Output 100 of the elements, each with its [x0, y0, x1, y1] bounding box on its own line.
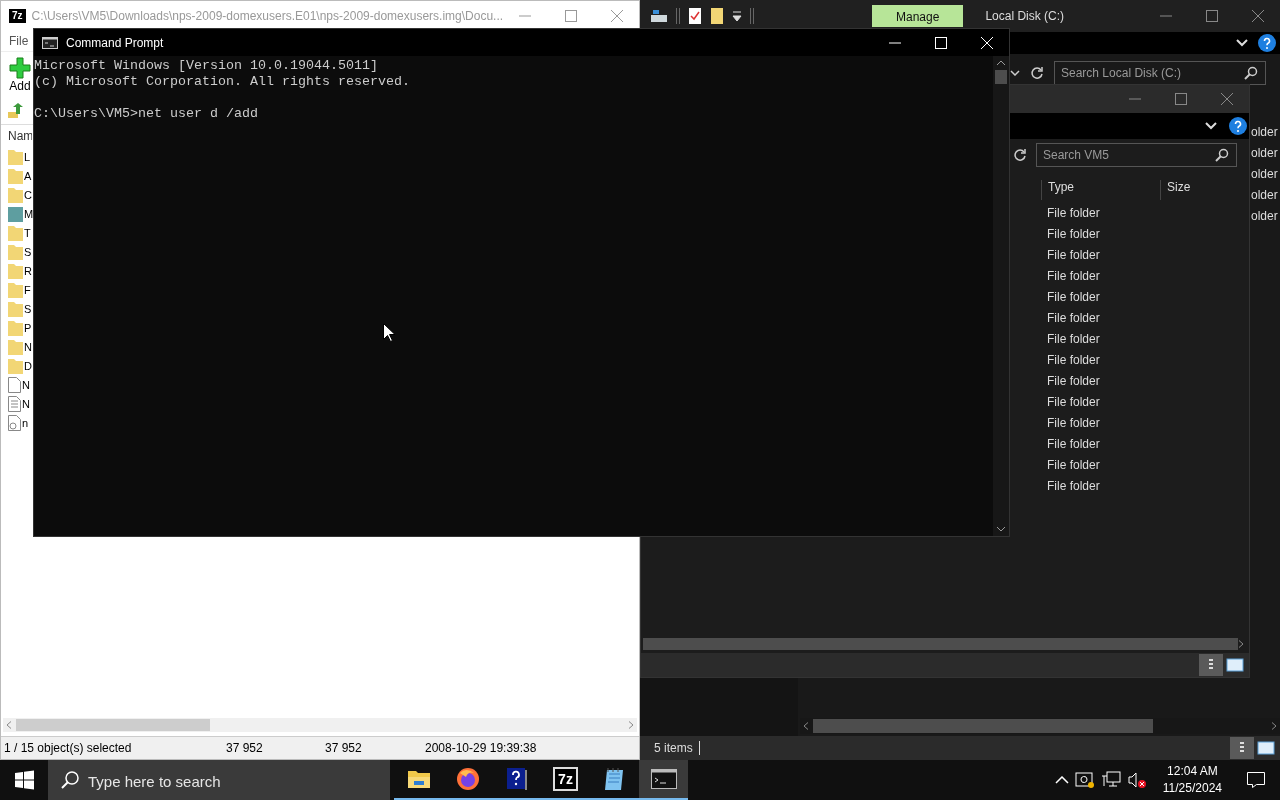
- chevron-down-icon[interactable]: [1236, 39, 1248, 47]
- scroll-up-icon[interactable]: [996, 60, 1006, 66]
- menu-item[interactable]: File: [9, 34, 29, 48]
- list-item[interactable]: C: [24, 188, 32, 201]
- item-type: older: [1251, 187, 1279, 204]
- console-icon: [650, 769, 677, 789]
- large-icons-view-icon[interactable]: [1225, 657, 1245, 673]
- mouse-pointer-icon: [383, 323, 395, 342]
- chevron-up-icon[interactable]: [1054, 776, 1069, 784]
- up-folder-icon[interactable]: [7, 103, 23, 119]
- refresh-icon[interactable]: [1030, 66, 1044, 80]
- search-icon[interactable]: [1215, 148, 1229, 162]
- search-field[interactable]: Search VM5: [1036, 143, 1237, 167]
- list-item[interactable]: D: [24, 359, 32, 372]
- scrollbar-thumb[interactable]: [813, 719, 1153, 733]
- details-view-icon[interactable]: [1199, 654, 1223, 676]
- help-icon[interactable]: [1258, 34, 1276, 52]
- scrollbar-thumb[interactable]: [643, 638, 1238, 650]
- list-item[interactable]: P: [24, 321, 32, 334]
- list-item[interactable]: N: [22, 397, 30, 410]
- item-count: 5 items: [654, 741, 700, 755]
- console-line: (c) Microsoft Corporation. All rights reserved.: [34, 74, 410, 89]
- scrollbar-thumb[interactable]: [995, 70, 1007, 84]
- search-field[interactable]: Search Local Disk (C:): [1054, 61, 1266, 85]
- notepad-icon: [603, 767, 626, 791]
- list-item[interactable]: T: [24, 226, 31, 239]
- sync-icon[interactable]: [1074, 771, 1095, 789]
- list-item[interactable]: F: [24, 283, 31, 296]
- list-item[interactable]: N: [22, 378, 30, 391]
- search-icon: [60, 770, 80, 790]
- app-logo: 7z: [553, 767, 578, 791]
- command-line: C:\Users\VM5>net user d /add: [34, 106, 258, 121]
- ribbon-tab[interactable]: Manage: [872, 5, 964, 27]
- scroll-right-icon[interactable]: [1238, 640, 1244, 648]
- scroll-left-icon[interactable]: [803, 722, 809, 730]
- status-text: 37 952: [226, 741, 263, 755]
- list-item[interactable]: R: [24, 264, 32, 277]
- refresh-icon[interactable]: [1013, 148, 1027, 162]
- browser-icon: [455, 767, 480, 791]
- properties-icon[interactable]: [688, 7, 702, 25]
- new-folder-icon[interactable]: [710, 7, 724, 25]
- list-item[interactable]: L: [24, 150, 31, 163]
- list-item[interactable]: A: [24, 169, 32, 182]
- column-header[interactable]: Type: [1041, 180, 1074, 200]
- status-text: 1 / 15 object(s) selected: [4, 741, 132, 755]
- item-type: older: [1251, 208, 1279, 225]
- table-cell-text: File folder: [1047, 415, 1100, 432]
- details-view-icon[interactable]: [1230, 737, 1254, 759]
- scroll-right-icon[interactable]: [1271, 722, 1277, 730]
- table-cell-text: File folder: [1047, 478, 1100, 495]
- item-type: older: [1251, 166, 1279, 183]
- taskbar-button[interactable]: [639, 760, 688, 800]
- file-icon: [8, 376, 21, 393]
- scroll-left-icon[interactable]: [6, 721, 12, 729]
- search-icon[interactable]: [1244, 66, 1258, 80]
- list-item[interactable]: S: [24, 302, 32, 315]
- table-cell-text: File folder: [1047, 394, 1100, 411]
- volume-muted-icon[interactable]: [1126, 771, 1147, 789]
- window-title: Command Prompt: [66, 35, 164, 50]
- scroll-down-icon[interactable]: [996, 526, 1006, 532]
- app-logo-icon: 7z: [9, 9, 26, 23]
- table-cell-text: File folder: [1047, 436, 1100, 453]
- list-item[interactable]: N: [24, 340, 32, 353]
- notification-icon[interactable]: [1246, 771, 1266, 789]
- drive-icon[interactable]: [650, 8, 668, 24]
- chevron-down-icon[interactable]: [1205, 122, 1217, 130]
- list-item[interactable]: M: [24, 207, 34, 220]
- table-cell-text: File folder: [1047, 457, 1100, 474]
- window-title: Local Disk (C:): [985, 9, 1065, 23]
- table-cell-text: File folder: [1047, 289, 1100, 306]
- taskbar-button[interactable]: 7z: [541, 760, 590, 800]
- table-cell-text: File folder: [1047, 352, 1100, 369]
- status-text: 37 952: [325, 741, 362, 755]
- window-title: C:\Users\VM5\Downloads\nps-2009-domexusers.E01\nps-2009-domexusers.img\Docu...: [31, 9, 504, 23]
- table-cell-text: File folder: [1047, 205, 1100, 222]
- item-type: older: [1251, 124, 1279, 141]
- table-cell-text: File folder: [1047, 373, 1100, 390]
- clock-time[interactable]: 12:04 AM: [1167, 763, 1218, 780]
- status-text: 2008-10-29 19:39:38: [425, 741, 537, 755]
- scroll-right-icon[interactable]: [628, 721, 634, 729]
- dropdown-icon[interactable]: [732, 10, 742, 22]
- table-cell-text: File folder: [1047, 268, 1100, 285]
- network-icon[interactable]: [1100, 771, 1121, 789]
- clock-date[interactable]: 11/25/2024: [1162, 780, 1222, 797]
- help-book-icon: [504, 767, 529, 791]
- table-cell-text: File folder: [1047, 226, 1100, 243]
- help-icon[interactable]: [1229, 117, 1247, 135]
- chevron-down-icon[interactable]: [1010, 70, 1020, 76]
- scrollbar-thumb[interactable]: [16, 719, 210, 731]
- column-header[interactable]: Nam: [8, 125, 32, 147]
- table-cell-text: File folder: [1047, 247, 1100, 264]
- large-icons-view-icon[interactable]: [1256, 740, 1276, 756]
- console-line: Microsoft Windows [Version 10.0.19044.5011]: [34, 58, 378, 73]
- search-field[interactable]: Type here to search: [48, 760, 390, 800]
- column-header[interactable]: Size: [1160, 180, 1191, 200]
- list-item[interactable]: S: [24, 245, 32, 258]
- table-cell-text: File folder: [1047, 331, 1100, 348]
- list-item[interactable]: n: [22, 416, 29, 429]
- item-type: older: [1251, 145, 1279, 162]
- settings-file-icon: [8, 414, 21, 431]
